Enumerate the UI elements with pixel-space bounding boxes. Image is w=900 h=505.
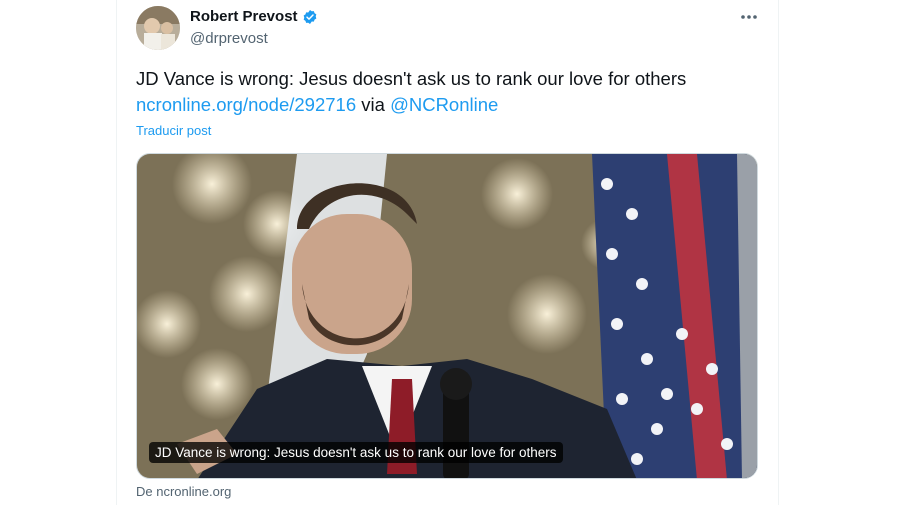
post-text: JD Vance is wrong: Jesus doesn't ask us …	[136, 68, 687, 89]
article-photo	[137, 154, 757, 478]
avatar[interactable]	[136, 6, 180, 50]
post-link-line: ncronline.org/node/292716 via @NCRonline	[136, 94, 498, 116]
avatar-image	[136, 6, 180, 50]
card-caption: JD Vance is wrong: Jesus doesn't ask us …	[149, 442, 563, 463]
right-pane	[779, 0, 900, 505]
author-name[interactable]: Robert Prevost	[190, 8, 298, 25]
post-via: via	[356, 94, 391, 115]
tweet[interactable]: Robert Prevost @drprevost JD Vance is wr…	[117, 0, 778, 505]
verified-badge-icon	[302, 9, 318, 25]
author-row: Robert Prevost	[190, 8, 318, 25]
link-preview-card[interactable]: JD Vance is wrong: Jesus doesn't ask us …	[136, 153, 758, 479]
author-handle[interactable]: @drprevost	[190, 30, 268, 47]
card-source[interactable]: De ncronline.org	[136, 484, 231, 499]
mention-link[interactable]: @NCRonline	[390, 94, 498, 115]
post-link[interactable]: ncronline.org/node/292716	[136, 94, 356, 115]
translate-post-link[interactable]: Traducir post	[136, 123, 211, 138]
more-horizontal-icon[interactable]	[737, 7, 761, 27]
